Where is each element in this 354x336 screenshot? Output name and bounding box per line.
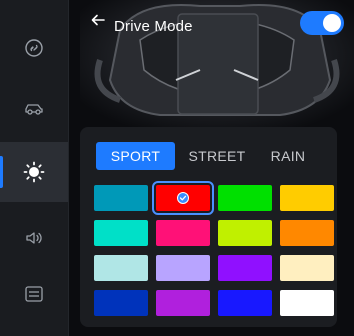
- sidebar-item-link[interactable]: [0, 18, 68, 78]
- color-swatch[interactable]: [218, 255, 272, 281]
- color-swatch[interactable]: [218, 185, 272, 211]
- settings-panel-icon: [25, 286, 43, 302]
- drive-mode-toggle[interactable]: [300, 11, 344, 35]
- back-arrow-icon[interactable]: [90, 12, 106, 28]
- color-swatch[interactable]: [280, 220, 334, 246]
- toggle-knob: [323, 14, 341, 32]
- color-swatch[interactable]: [280, 290, 334, 316]
- checkmark-icon: [177, 192, 189, 204]
- active-indicator: [0, 156, 3, 188]
- color-swatch[interactable]: [156, 290, 210, 316]
- tab-street[interactable]: STREET: [175, 142, 259, 170]
- color-swatch[interactable]: [94, 255, 148, 281]
- mode-tabs: SPORT STREET RAIN: [96, 142, 318, 170]
- color-swatch[interactable]: [94, 185, 148, 211]
- color-swatch[interactable]: [280, 185, 334, 211]
- sidebar-item-settings[interactable]: [0, 264, 68, 324]
- sidebar-item-sound[interactable]: [0, 208, 68, 268]
- car-icon: [25, 104, 43, 115]
- tab-rain[interactable]: RAIN: [259, 142, 317, 170]
- speaker-icon: [26, 232, 42, 244]
- color-swatch[interactable]: [218, 220, 272, 246]
- sidebar-item-car[interactable]: [0, 78, 68, 138]
- color-swatch[interactable]: [156, 255, 210, 281]
- color-swatch[interactable]: [94, 220, 148, 246]
- color-swatch[interactable]: [94, 290, 148, 316]
- sun-icon: [23, 161, 45, 183]
- tab-sport[interactable]: SPORT: [96, 142, 175, 170]
- color-swatch[interactable]: [218, 290, 272, 316]
- color-swatch[interactable]: [280, 255, 334, 281]
- link-icon: [25, 39, 43, 57]
- color-swatch[interactable]: [156, 220, 210, 246]
- color-swatch[interactable]: [152, 181, 214, 215]
- sidebar: [0, 0, 69, 336]
- sidebar-item-lighting[interactable]: [0, 142, 68, 202]
- page-title: Drive Mode: [114, 18, 193, 35]
